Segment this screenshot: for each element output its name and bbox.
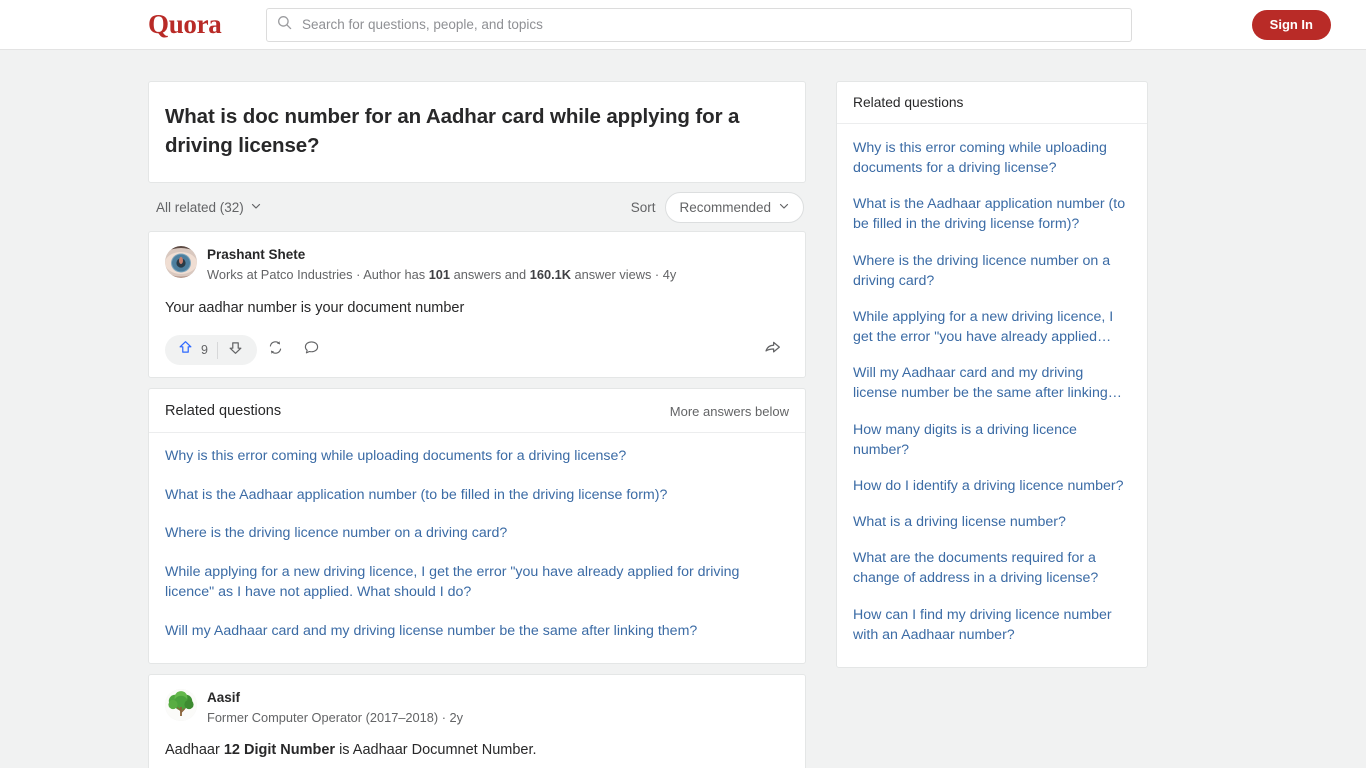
list-item[interactable]: While applying for a new driving licence…: [165, 553, 789, 612]
comment-button[interactable]: [295, 335, 329, 365]
chevron-down-icon: [778, 200, 790, 215]
list-item[interactable]: What are the documents required for a ch…: [853, 540, 1131, 596]
upvote-count: 9: [201, 343, 208, 358]
answer-author: Prashant Shete Works at Patco Industries…: [165, 246, 789, 284]
credential-mid: answers and: [450, 267, 530, 283]
repost-icon: [267, 339, 284, 361]
author-name[interactable]: Prashant Shete: [207, 246, 676, 264]
answer-text-post: is Aadhaar Documnet Number.: [335, 742, 537, 759]
tree-avatar-icon: [165, 688, 197, 721]
credential-answer-count: 101: [428, 267, 451, 283]
site-header: Quora Sign In: [0, 0, 1366, 50]
upvote-button[interactable]: 9: [169, 335, 217, 365]
answer-paragraph: Your aadhar number is your document numb…: [165, 299, 465, 316]
related-questions-list: Why is this error coming while uploading…: [149, 433, 805, 663]
list-item[interactable]: Will my Aadhaar card and my driving lice…: [165, 612, 789, 651]
list-item[interactable]: Will my Aadhaar card and my driving lice…: [853, 355, 1131, 411]
quora-logo[interactable]: Quora: [148, 11, 222, 38]
chevron-down-icon: [250, 200, 262, 215]
page-body: What is doc number for an Aadhar card wh…: [0, 50, 1366, 768]
credential-pre: Works at Patco Industries · Author has: [207, 267, 429, 283]
answer-author: Aasif Former Computer Operator (2017–201…: [165, 688, 789, 727]
author-name[interactable]: Aasif: [207, 689, 463, 707]
sign-in-button[interactable]: Sign In: [1251, 9, 1331, 40]
all-related-filter[interactable]: All related (32): [156, 200, 262, 215]
avatar[interactable]: [165, 688, 197, 721]
sort-value: Recommended: [679, 199, 771, 215]
answer-text: Your aadhar number is your document numb…: [165, 297, 789, 319]
answers-toolbar: All related (32) Sort Recommended: [148, 183, 806, 231]
answer-text-pre: Aadhaar: [165, 742, 224, 759]
answer-card: Aasif Former Computer Operator (2017–201…: [148, 673, 806, 768]
list-item[interactable]: Where is the driving licence number on a…: [165, 514, 789, 553]
page-title: What is doc number for an Aadhar card wh…: [165, 105, 740, 158]
search-input[interactable]: [300, 16, 1121, 33]
search-icon: [277, 15, 292, 35]
sort-control: Sort Recommended: [630, 191, 804, 223]
list-item[interactable]: How can I find my driving licence number…: [853, 597, 1131, 653]
list-item[interactable]: Why is this error coming while uploading…: [165, 437, 789, 476]
search-bar[interactable]: [266, 7, 1132, 42]
sidebar-related-questions-card: Related questions Why is this error comi…: [836, 81, 1148, 668]
vote-pill: 9: [165, 335, 257, 366]
related-questions-header: Related questions More answers below: [149, 389, 805, 434]
credential-view-count: 160.1K: [529, 267, 571, 283]
avatar[interactable]: [165, 246, 197, 279]
related-questions-card: Related questions More answers below Why…: [148, 388, 806, 664]
more-answers-below-label[interactable]: More answers below: [670, 404, 789, 419]
all-related-label: All related (32): [156, 199, 244, 215]
list-item[interactable]: What is the Aadhaar application number (…: [853, 186, 1131, 242]
sidebar-related-questions-title: Related questions: [837, 82, 1147, 124]
sort-label: Sort: [630, 199, 656, 215]
answer-paragraph: Aadhaar 12 Digit Number is Aadhaar Docum…: [165, 739, 789, 761]
sidebar-related-questions-list: Why is this error coming while uploading…: [837, 124, 1147, 667]
list-item[interactable]: Why is this error coming while uploading…: [853, 130, 1131, 186]
share-button[interactable]: [755, 335, 789, 365]
downvote-button[interactable]: [218, 335, 253, 365]
eye-avatar-icon: [165, 246, 197, 279]
list-item[interactable]: What is a driving license number?: [853, 504, 1131, 540]
answer-text-bold: 12 Digit Number: [223, 742, 336, 759]
author-meta: Prashant Shete Works at Patco Industries…: [207, 246, 676, 284]
answer-text: Aadhaar 12 Digit Number is Aadhaar Docum…: [165, 739, 789, 768]
author-credential: Former Computer Operator (2017–2018) · 2…: [207, 709, 464, 725]
answer-actions: 9: [165, 333, 789, 367]
share-icon: [763, 338, 782, 362]
repost-button[interactable]: [259, 335, 293, 365]
answer-card: Prashant Shete Works at Patco Industries…: [148, 231, 806, 379]
comment-icon: [303, 339, 320, 361]
list-item[interactable]: How many digits is a driving licence num…: [853, 412, 1131, 468]
actions-left-group: 9: [165, 335, 329, 366]
list-item[interactable]: What is the Aadhaar application number (…: [165, 476, 789, 515]
list-item[interactable]: While applying for a new driving licence…: [853, 299, 1131, 355]
credential-post: answer views · 4y: [570, 267, 677, 283]
sidebar-column: Related questions Why is this error comi…: [836, 81, 1148, 668]
question-card: What is doc number for an Aadhar card wh…: [148, 81, 806, 184]
list-item[interactable]: How do I identify a driving licence numb…: [853, 468, 1131, 504]
list-item[interactable]: Where is the driving licence number on a…: [853, 243, 1131, 299]
related-questions-title: Related questions: [165, 403, 282, 420]
author-meta: Aasif Former Computer Operator (2017–201…: [207, 689, 463, 727]
upvote-icon: [177, 339, 194, 361]
sort-dropdown[interactable]: Recommended: [665, 191, 804, 223]
main-column: What is doc number for an Aadhar card wh…: [148, 81, 806, 768]
author-credential: Works at Patco Industries · Author has 1…: [207, 265, 676, 284]
downvote-icon: [227, 339, 244, 361]
